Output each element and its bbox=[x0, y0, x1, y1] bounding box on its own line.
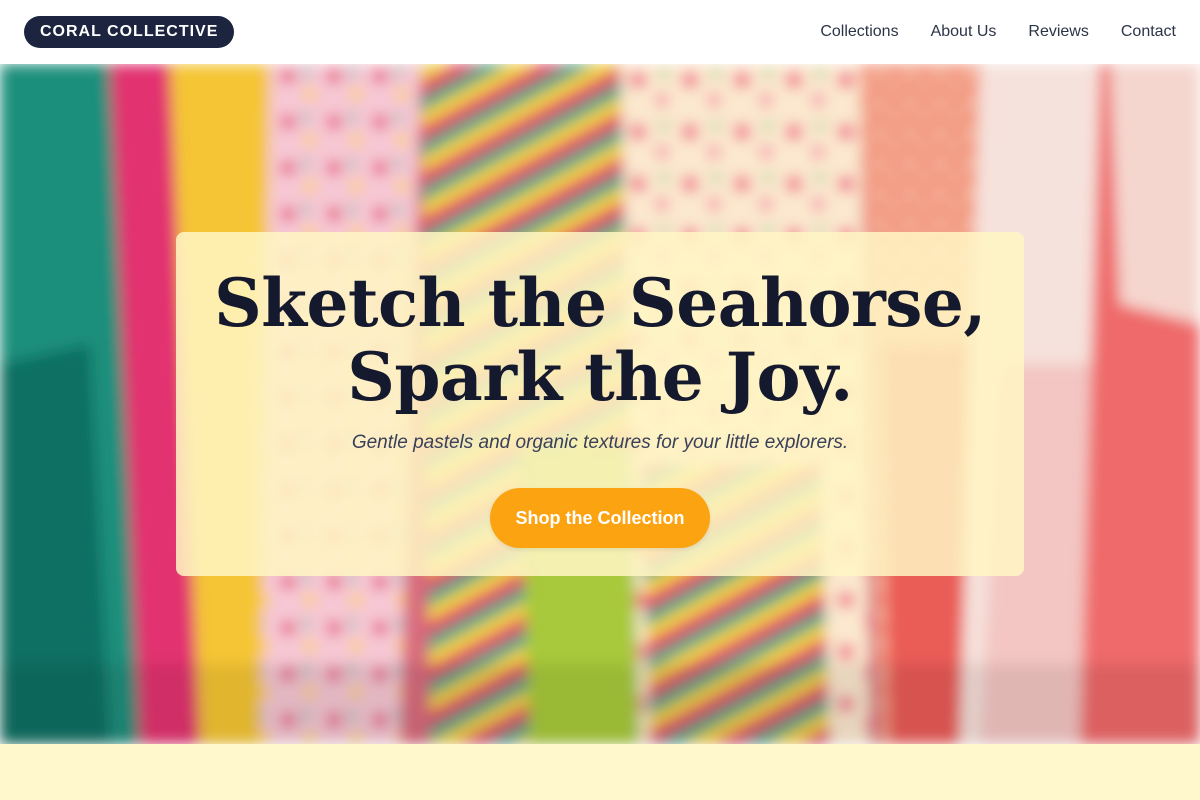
brand-logo[interactable]: CORAL COLLECTIVE bbox=[24, 16, 235, 48]
hero-headline-line-2: Spark the Joy. bbox=[347, 338, 853, 416]
hero-headline-line-1: Sketch the Seahorse, bbox=[214, 264, 986, 342]
nav-link-contact[interactable]: Contact bbox=[1121, 23, 1176, 41]
hero-section: Sketch the Seahorse, Spark the Joy. Gent… bbox=[0, 64, 1200, 744]
main-nav: Collections About Us Reviews Contact bbox=[820, 23, 1176, 41]
next-section-band bbox=[0, 744, 1200, 800]
hero-headline: Sketch the Seahorse, Spark the Joy. bbox=[214, 266, 986, 414]
nav-link-reviews[interactable]: Reviews bbox=[1028, 23, 1088, 41]
nav-link-about-us[interactable]: About Us bbox=[931, 23, 997, 41]
nav-link-collections[interactable]: Collections bbox=[820, 23, 898, 41]
hero-subheadline: Gentle pastels and organic textures for … bbox=[351, 432, 849, 453]
hero-card: Sketch the Seahorse, Spark the Joy. Gent… bbox=[176, 232, 1024, 576]
top-navbar: CORAL COLLECTIVE Collections About Us Re… bbox=[0, 0, 1200, 64]
shop-collection-button[interactable]: Shop the Collection bbox=[490, 488, 710, 548]
